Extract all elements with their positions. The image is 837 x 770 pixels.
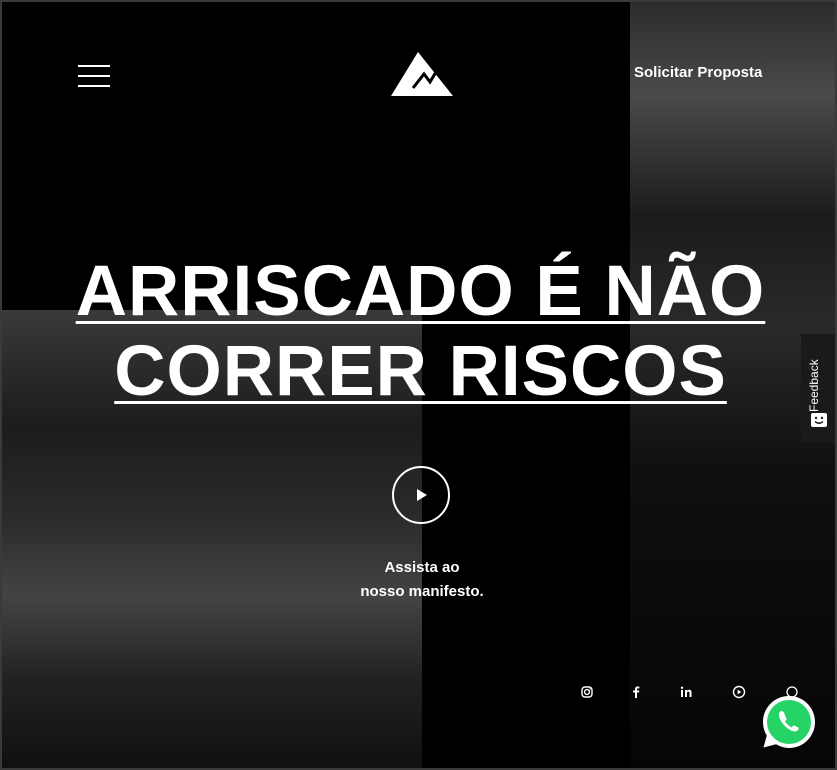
feedback-tab[interactable]: Feedback: [801, 334, 835, 442]
watch-line-1: Assista ao: [384, 559, 460, 576]
instagram-icon[interactable]: [577, 682, 597, 702]
linkedin-icon[interactable]: [676, 682, 696, 702]
watch-line-2: nosso manifesto.: [360, 583, 484, 600]
watch-manifesto-text: Assista ao nosso manifesto.: [322, 556, 522, 604]
youtube-icon[interactable]: [729, 682, 749, 702]
feedback-label: Feedback: [807, 359, 821, 412]
hero-title-line-1: ARRISCADO É NÃO: [75, 252, 766, 331]
mountain-logo-icon[interactable]: [391, 50, 453, 96]
play-icon: [417, 489, 427, 501]
request-proposal-link[interactable]: Solicitar Proposta: [634, 64, 762, 81]
hero-title-line-2: CORRER RISCOS: [114, 332, 727, 411]
hero-title: ARRISCADO É NÃO CORRER RISCOS: [2, 252, 835, 412]
whatsapp-icon[interactable]: [759, 692, 819, 752]
smiley-icon: [811, 413, 827, 427]
hamburger-icon[interactable]: [78, 64, 110, 88]
play-video-button[interactable]: [392, 466, 450, 524]
page: Solicitar Proposta ARRISCADO É NÃO CORRE…: [0, 0, 837, 770]
facebook-icon[interactable]: [626, 682, 646, 702]
